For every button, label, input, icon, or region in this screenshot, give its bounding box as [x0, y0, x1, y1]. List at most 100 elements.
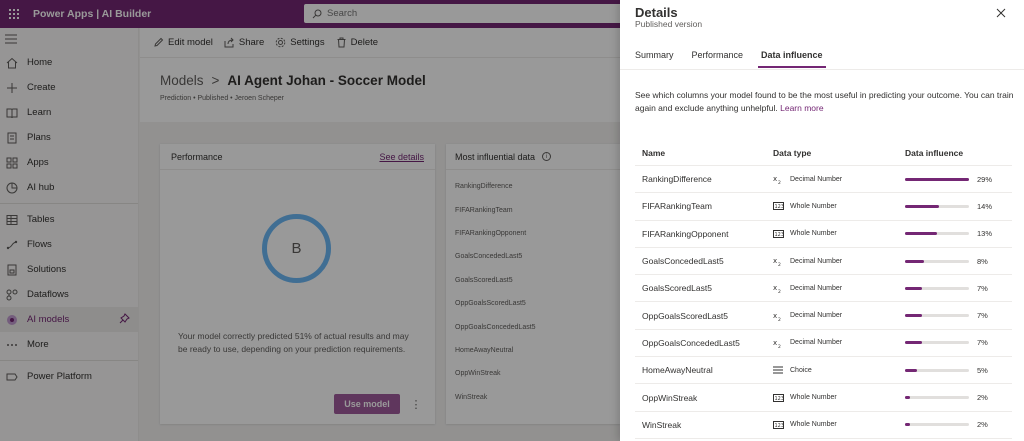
column-name: WinStreak	[642, 419, 682, 430]
influence-bar-fill	[905, 286, 923, 290]
svg-text:2: 2	[778, 262, 781, 266]
list-item: HomeAwayNeutral	[455, 346, 514, 354]
choice-icon	[773, 366, 785, 374]
performance-description: Your model correctly predicted 51% of ac…	[178, 331, 409, 354]
whole-number-icon: 123	[773, 420, 785, 429]
sidebar-item-ai-hub[interactable]: AI hub	[0, 175, 138, 200]
data-type-label: Whole Number	[790, 230, 837, 238]
info-icon[interactable]: i	[542, 152, 552, 161]
influential-data-header: Most influential data i	[446, 144, 620, 170]
data-type-cell: 123 Whole Number	[773, 393, 905, 402]
sidebar-item-label: Plans	[27, 132, 51, 143]
share-icon	[224, 37, 234, 48]
svg-text:2: 2	[778, 344, 781, 348]
decimal-icon: x2	[773, 256, 785, 266]
use-model-button[interactable]: Use model	[334, 394, 400, 414]
whole-number-icon: 123	[773, 229, 785, 238]
left-navigation: Home Create Learn Plans Apps AI hub Tabl…	[0, 28, 139, 441]
influential-data-list: RankingDifference FIFARankingTeam FIFARa…	[446, 170, 620, 409]
settings-button[interactable]: Settings	[275, 37, 325, 48]
influence-bar-fill	[905, 314, 923, 318]
table-row: FIFARankingTeam 123 Whole Number 14%	[635, 193, 1012, 221]
svg-text:x: x	[773, 339, 777, 347]
table-row: HomeAwayNeutral Choice 5%	[635, 357, 1012, 385]
performance-card-title: Performance	[171, 151, 223, 162]
list-item: FIFARankingOpponent	[455, 229, 527, 237]
column-name: RankingDifference	[642, 174, 712, 185]
performance-card-header: Performance See details	[160, 144, 435, 170]
svg-text:123: 123	[775, 423, 785, 429]
tab-performance[interactable]: Performance	[692, 50, 744, 67]
sidebar-item-learn[interactable]: Learn	[0, 100, 138, 125]
sidebar-item-label: AI models	[27, 314, 70, 325]
influence-cell: 5%	[905, 366, 1012, 375]
tabs-divider	[620, 69, 1024, 70]
search-input[interactable]	[327, 8, 587, 19]
home-icon	[5, 56, 19, 70]
sidebar-item-apps[interactable]: Apps	[0, 150, 138, 175]
table-row: GoalsConcededLast5 x 2 Decimal Number 8%	[635, 248, 1012, 276]
more-options-button[interactable]: ⋮	[408, 394, 424, 414]
svg-text:123: 123	[775, 396, 785, 402]
influential-data-card: Most influential data i RankingDifferenc…	[446, 144, 620, 424]
sidebar-item-ai-models[interactable]: AI models	[0, 307, 138, 332]
ai-hub-icon	[5, 181, 19, 195]
list-item: GoalsConcededLast5	[455, 253, 523, 261]
column-name: HomeAwayNeutral	[642, 365, 713, 376]
tab-summary[interactable]: Summary	[635, 50, 674, 67]
flow-icon	[5, 238, 19, 252]
column-header-type[interactable]: Data type	[773, 148, 905, 158]
performance-card: Performance See details B Your model cor…	[160, 144, 435, 424]
share-button[interactable]: Share	[224, 37, 264, 48]
pin-icon[interactable]	[119, 313, 130, 326]
data-type-label: Decimal Number	[790, 312, 843, 320]
sidebar-item-more[interactable]: More	[0, 332, 138, 357]
edit-model-button[interactable]: Edit model	[153, 37, 213, 48]
svg-text:x: x	[773, 312, 777, 320]
decimal-icon: x2	[773, 311, 785, 321]
sidebar-item-plans[interactable]: Plans	[0, 125, 138, 150]
column-header-name[interactable]: Name	[635, 148, 773, 158]
sidebar-item-home[interactable]: Home	[0, 50, 138, 75]
data-type-cell: 123 Whole Number	[773, 202, 905, 211]
breadcrumb-separator: >	[211, 73, 220, 88]
decimal-icon: x2	[773, 283, 785, 293]
influence-bar-fill	[905, 341, 923, 345]
data-influence-description: See which columns your model found to be…	[635, 89, 1019, 115]
data-type-cell: 123 Whole Number	[773, 420, 905, 429]
sidebar-item-power-platform[interactable]: Power Platform	[0, 364, 138, 389]
whole-number-icon: 123	[773, 393, 785, 402]
table-row: OppGoalsScoredLast5 x 2 Decimal Number 7%	[635, 302, 1012, 330]
sidebar-item-flows[interactable]: Flows	[0, 232, 138, 257]
plus-icon	[5, 81, 19, 95]
data-type-label: Whole Number	[790, 394, 837, 402]
influence-bar	[905, 286, 969, 290]
table-header: Name Data type Data influence	[635, 140, 1012, 166]
learn-more-link[interactable]: Learn more	[780, 103, 823, 113]
sidebar-item-label: Learn	[27, 107, 52, 118]
hamburger-menu-icon[interactable]	[0, 28, 138, 50]
list-item: FIFARankingTeam	[455, 206, 513, 214]
sidebar-divider	[0, 360, 138, 361]
tab-data-influence[interactable]: Data influence	[758, 50, 826, 68]
edit-icon	[154, 37, 164, 47]
see-details-link[interactable]: See details	[379, 152, 424, 162]
page-header: Models > AI Agent Johan - Soccer Model P…	[140, 58, 620, 122]
performance-grade: B	[262, 214, 331, 283]
app-launcher-icon[interactable]	[3, 0, 25, 28]
sidebar-item-create[interactable]: Create	[0, 75, 138, 100]
column-name: GoalsScoredLast5	[642, 283, 712, 294]
sidebar-item-tables[interactable]: Tables	[0, 207, 138, 232]
sidebar-item-dataflows[interactable]: Dataflows	[0, 282, 138, 307]
search-box[interactable]	[304, 4, 622, 23]
settings-label: Settings	[290, 37, 325, 48]
close-panel-button[interactable]	[994, 6, 1008, 20]
svg-text:x: x	[773, 257, 777, 265]
influence-cell: 8%	[905, 257, 1012, 266]
delete-button[interactable]: Delete	[336, 37, 378, 48]
sidebar-item-solutions[interactable]: Solutions	[0, 257, 138, 282]
table-row: OppGoalsConcededLast5 x 2 Decimal Number 7%	[635, 330, 1012, 358]
breadcrumb-models-link[interactable]: Models	[160, 73, 204, 88]
list-item: OppGoalsScoredLast5	[455, 300, 526, 308]
column-header-influence[interactable]: Data influence	[905, 148, 1012, 158]
